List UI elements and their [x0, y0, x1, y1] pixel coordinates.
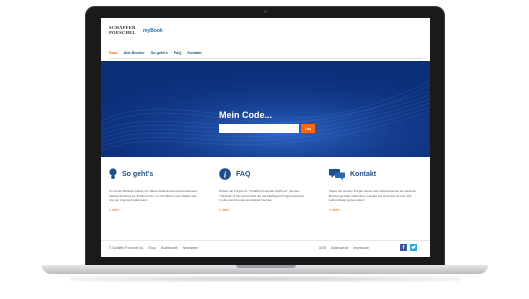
site-logo[interactable]: SCHÄFFER POESCHEL myBook: [109, 25, 163, 35]
nav-item-kontakt[interactable]: Kontakt: [188, 51, 202, 55]
footer-link-impressum[interactable]: Impressum: [353, 246, 369, 250]
more-link[interactable]: » mehr: [109, 208, 199, 212]
main-nav: Start Alle Bücher So geht's FAQ Kontakt: [109, 51, 202, 55]
hero-title: Mein Code...: [219, 110, 273, 120]
submit-code-button[interactable]: Los: [301, 124, 315, 133]
twitter-icon[interactable]: [410, 244, 417, 251]
footer-link-datenschutz[interactable]: Datenschutz: [331, 246, 349, 250]
logo-product: myBook: [143, 28, 163, 34]
camera-icon: [263, 10, 267, 13]
footer-links-right: AGB Datenschutz Impressum: [319, 246, 369, 250]
column-kontakt: Kontakt Wenn Sie weitere Fragen haben od…: [329, 167, 419, 212]
lightbulb-icon: [109, 168, 117, 179]
nav-item-so-gehts[interactable]: So geht's: [151, 51, 168, 55]
logo-line2: POESCHEL: [109, 29, 136, 35]
site-footer: © Schäffer-Poeschel AG Shop Buchhandel N…: [101, 240, 430, 257]
column-faq: i FAQ Haben Sie Fragen zu "Schäffer-Poes…: [219, 167, 309, 212]
more-link[interactable]: » mehr: [329, 208, 419, 212]
nav-item-alle-buecher[interactable]: Alle Bücher: [124, 51, 145, 55]
chat-bubbles-icon: [329, 169, 345, 180]
hero-wave-graphic: [101, 61, 430, 157]
footer-link-buchhandel[interactable]: Buchhandel: [161, 246, 178, 250]
footer-link-newsletter[interactable]: Newsletter: [183, 246, 198, 250]
laptop-screen: SCHÄFFER POESCHEL myBook Start Alle Büch…: [101, 18, 430, 257]
column-title: FAQ: [236, 170, 251, 178]
column-so-gehts: So geht's Zu vielen Büchern bieten wir I…: [109, 167, 199, 212]
column-header: Kontakt: [329, 167, 419, 181]
facebook-icon[interactable]: f: [400, 244, 407, 251]
column-text: Zu vielen Büchern bieten wir Ihnen zusät…: [109, 189, 197, 203]
nav-item-start[interactable]: Start: [109, 51, 118, 55]
laptop-shadow: [70, 276, 460, 282]
footer-link-shop[interactable]: Shop: [149, 246, 156, 250]
column-text: Wenn Sie weitere Fragen haben oder Infor…: [329, 189, 416, 203]
info-icon: i: [219, 168, 231, 180]
nav-item-faq[interactable]: FAQ: [174, 51, 182, 55]
footer-links-left: © Schäffer-Poeschel AG Shop Buchhandel N…: [109, 246, 198, 250]
footer-copyright: © Schäffer-Poeschel AG: [109, 246, 144, 250]
footer-link-agb[interactable]: AGB: [319, 246, 326, 250]
column-title: So geht's: [122, 170, 154, 178]
more-link[interactable]: » mehr: [219, 208, 309, 212]
code-input[interactable]: [219, 124, 299, 133]
hero-banner: Mein Code... Los: [101, 61, 430, 157]
column-text: Haben Sie Fragen zu "Schäffer-Poeschel m…: [219, 189, 304, 203]
column-header: i FAQ: [219, 167, 309, 181]
nav-divider: [109, 58, 422, 59]
column-header: So geht's: [109, 167, 199, 181]
laptop-notch: [236, 265, 296, 268]
column-title: Kontakt: [350, 170, 377, 178]
